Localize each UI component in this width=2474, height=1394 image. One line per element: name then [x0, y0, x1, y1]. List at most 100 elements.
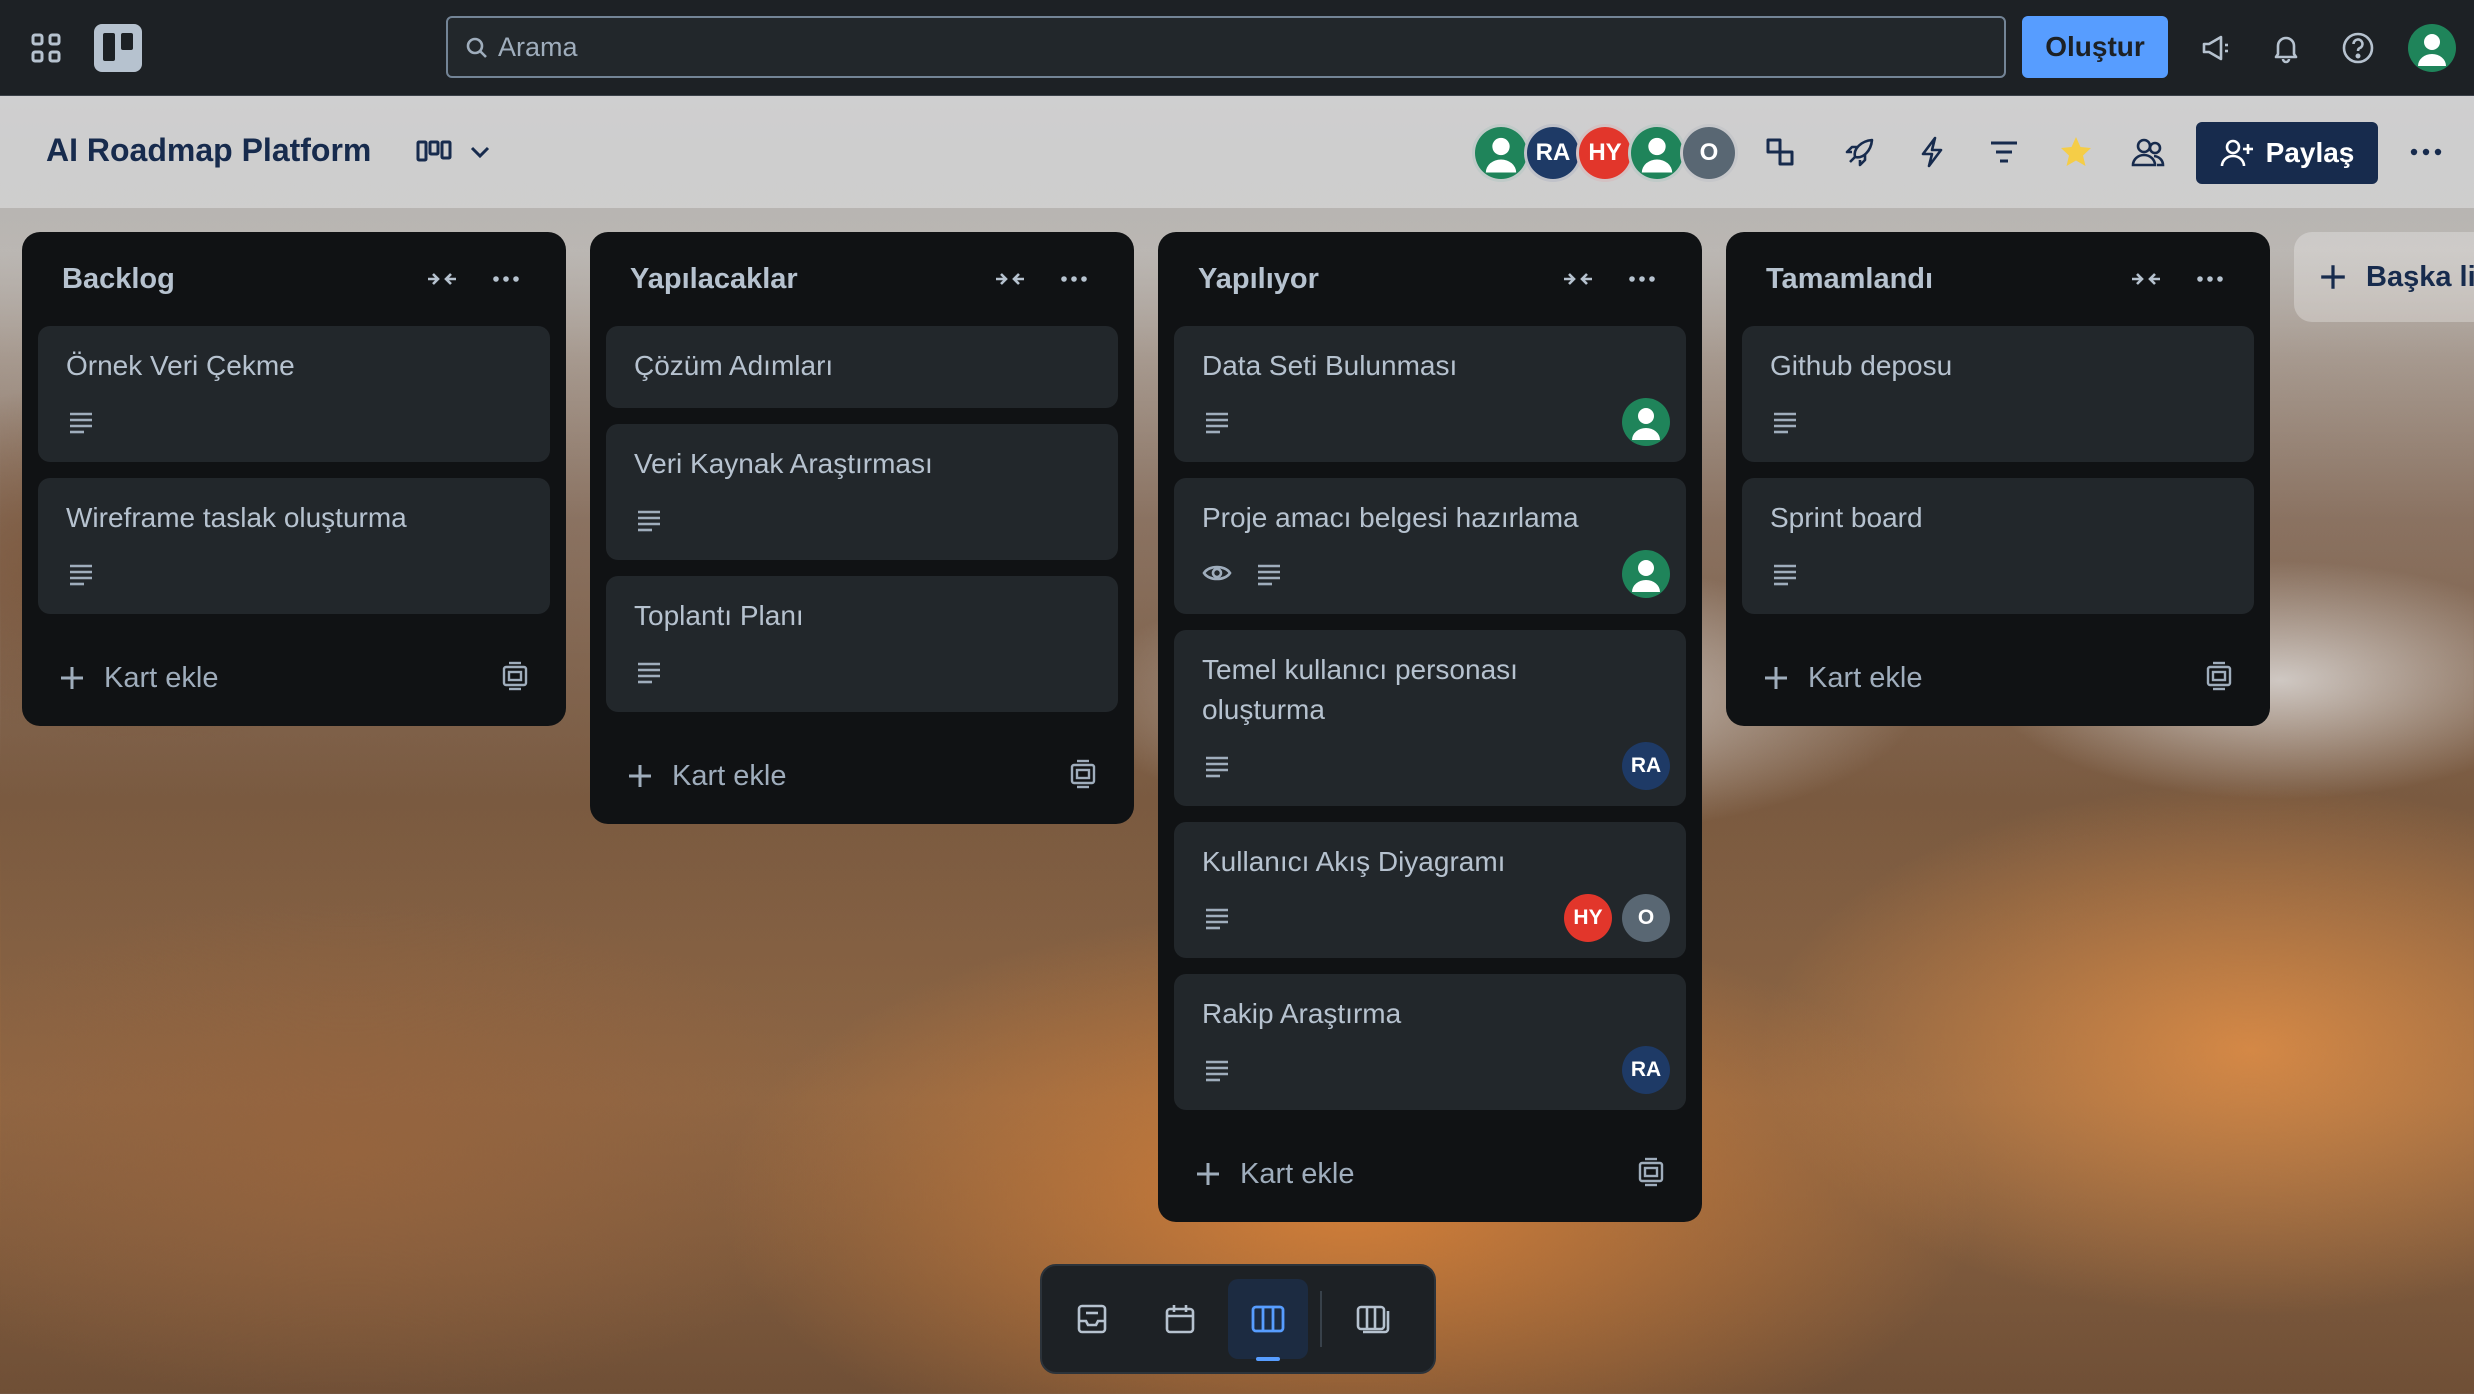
switch-board-button[interactable] — [1334, 1279, 1414, 1359]
card[interactable]: Çözüm Adımları — [606, 326, 1118, 408]
card-template-icon[interactable] — [2204, 661, 2238, 695]
add-user-icon — [2220, 139, 2253, 167]
list-menu-icon[interactable] — [486, 259, 526, 299]
card-title: Github deposu — [1770, 350, 1953, 381]
apps-icon[interactable] — [24, 26, 68, 70]
automation-icon[interactable] — [1910, 130, 1954, 174]
board-view-icon — [416, 138, 452, 166]
card-member-avatar[interactable]: HY — [1564, 894, 1612, 942]
member-avatar[interactable] — [1628, 124, 1686, 182]
list-footer: Kart ekle — [1174, 1126, 1686, 1222]
megaphone-icon[interactable] — [2194, 26, 2238, 70]
list-menu-icon[interactable] — [2190, 259, 2230, 299]
member-avatar[interactable]: O — [1680, 124, 1738, 182]
trello-logo-icon[interactable] — [94, 24, 142, 72]
card[interactable]: Toplantı Planı — [606, 576, 1118, 712]
card-template-icon[interactable] — [500, 661, 534, 695]
search-icon — [464, 35, 490, 61]
add-list-button[interactable]: Başka lis — [2294, 232, 2474, 322]
board-view-switcher[interactable] — [416, 130, 506, 174]
card[interactable]: Github deposu — [1742, 326, 2254, 462]
description-icon — [1202, 1054, 1232, 1084]
card-template-icon[interactable] — [1068, 759, 1102, 793]
card[interactable]: Örnek Veri Çekme — [38, 326, 550, 462]
member-avatar[interactable] — [1472, 124, 1530, 182]
search-input[interactable] — [498, 31, 2004, 63]
list-menu-icon[interactable] — [1622, 259, 1662, 299]
member-avatar[interactable]: RA — [1524, 124, 1582, 182]
description-icon — [1770, 558, 1800, 588]
add-card-button[interactable]: Kart ekle — [626, 760, 1068, 793]
list-footer: Kart ekle — [1742, 630, 2254, 726]
collapse-list-icon[interactable] — [990, 259, 1030, 299]
list-title[interactable]: Yapılıyor — [1198, 263, 1534, 296]
collapse-list-icon[interactable] — [422, 259, 462, 299]
card-title: Örnek Veri Çekme — [66, 350, 295, 381]
list-footer: Kart ekle — [38, 630, 550, 726]
card-title: Temel kullanıcı personası oluşturma — [1202, 654, 1518, 725]
list-title[interactable]: Tamamlandı — [1766, 263, 2102, 296]
team-visibility-icon[interactable] — [2126, 130, 2170, 174]
calendar-view-button[interactable] — [1140, 1279, 1220, 1359]
member-avatar[interactable]: HY — [1576, 124, 1634, 182]
list-footer: Kart ekle — [606, 728, 1118, 824]
plus-icon — [61, 667, 83, 689]
card-title: Rakip Araştırma — [1202, 998, 1402, 1029]
power-ups-icon[interactable] — [1758, 130, 1802, 174]
toolbar-divider — [1320, 1291, 1322, 1347]
card[interactable]: Wireframe taslak oluşturma — [38, 478, 550, 614]
list-menu-icon[interactable] — [1054, 259, 1094, 299]
filter-icon[interactable] — [1982, 130, 2026, 174]
list-header: Yapılıyor — [1174, 232, 1686, 326]
card[interactable]: Rakip Araştırma RA — [1174, 974, 1686, 1110]
card-member-avatar[interactable]: RA — [1622, 742, 1670, 790]
star-icon[interactable] — [2054, 130, 2098, 174]
add-card-button[interactable]: Kart ekle — [1762, 662, 2204, 695]
bell-icon[interactable] — [2264, 26, 2308, 70]
list-title[interactable]: Backlog — [62, 263, 398, 296]
card-member-avatar[interactable] — [1622, 550, 1670, 598]
card-member-avatar[interactable]: O — [1622, 894, 1670, 942]
add-card-label: Kart ekle — [1240, 1157, 1355, 1190]
list-title[interactable]: Yapılacaklar — [630, 263, 966, 296]
chevron-down-icon — [468, 140, 492, 164]
more-options-icon[interactable] — [2404, 130, 2448, 174]
collapse-list-icon[interactable] — [1558, 259, 1598, 299]
card-title: Sprint board — [1770, 502, 1923, 533]
card-title: Çözüm Adımları — [634, 350, 834, 381]
user-avatar-icon[interactable] — [2408, 24, 2456, 72]
list-header: Backlog — [38, 232, 550, 326]
create-button[interactable]: Oluştur — [2022, 16, 2168, 78]
share-button[interactable]: Paylaş — [2196, 122, 2378, 184]
add-card-button[interactable]: Kart ekle — [58, 662, 500, 695]
plus-icon — [2321, 265, 2345, 289]
board-title[interactable]: AI Roadmap Platform — [46, 132, 371, 169]
plus-icon — [1765, 667, 1787, 689]
list-yapilacaklar: Yapılacaklar Çözüm Adımları Veri Kaynak … — [590, 232, 1134, 824]
description-icon — [634, 656, 664, 686]
share-label: Paylaş — [2265, 137, 2355, 168]
description-icon — [66, 406, 96, 436]
board-view-button[interactable] — [1228, 1279, 1308, 1361]
card[interactable]: Kullanıcı Akış Diyagramı HY O — [1174, 822, 1686, 958]
help-icon[interactable] — [2336, 26, 2380, 70]
card-member-avatar[interactable] — [1622, 398, 1670, 446]
add-card-label: Kart ekle — [672, 759, 787, 792]
card-template-icon[interactable] — [1636, 1157, 1670, 1191]
rocket-icon[interactable] — [1838, 130, 1882, 174]
card-member-avatar[interactable]: RA — [1622, 1046, 1670, 1094]
switch-boards-icon — [1356, 1305, 1390, 1334]
card[interactable]: Proje amacı belgesi hazırlama — [1174, 478, 1686, 614]
card[interactable]: Veri Kaynak Araştırması — [606, 424, 1118, 560]
card-title: Wireframe taslak oluşturma — [66, 502, 407, 533]
card[interactable]: Temel kullanıcı personası oluşturma RA — [1174, 630, 1686, 806]
card[interactable]: Sprint board — [1742, 478, 2254, 614]
collapse-list-icon[interactable] — [2126, 259, 2166, 299]
add-card-label: Kart ekle — [1808, 661, 1923, 694]
card[interactable]: Data Seti Bulunması — [1174, 326, 1686, 462]
list-tamamlandi: Tamamlandı Github deposu Sprint board Ka… — [1726, 232, 2270, 726]
search-bar[interactable] — [446, 16, 2006, 78]
add-card-button[interactable]: Kart ekle — [1194, 1158, 1636, 1191]
inbox-view-button[interactable] — [1052, 1279, 1132, 1359]
list-header: Tamamlandı — [1742, 232, 2254, 326]
